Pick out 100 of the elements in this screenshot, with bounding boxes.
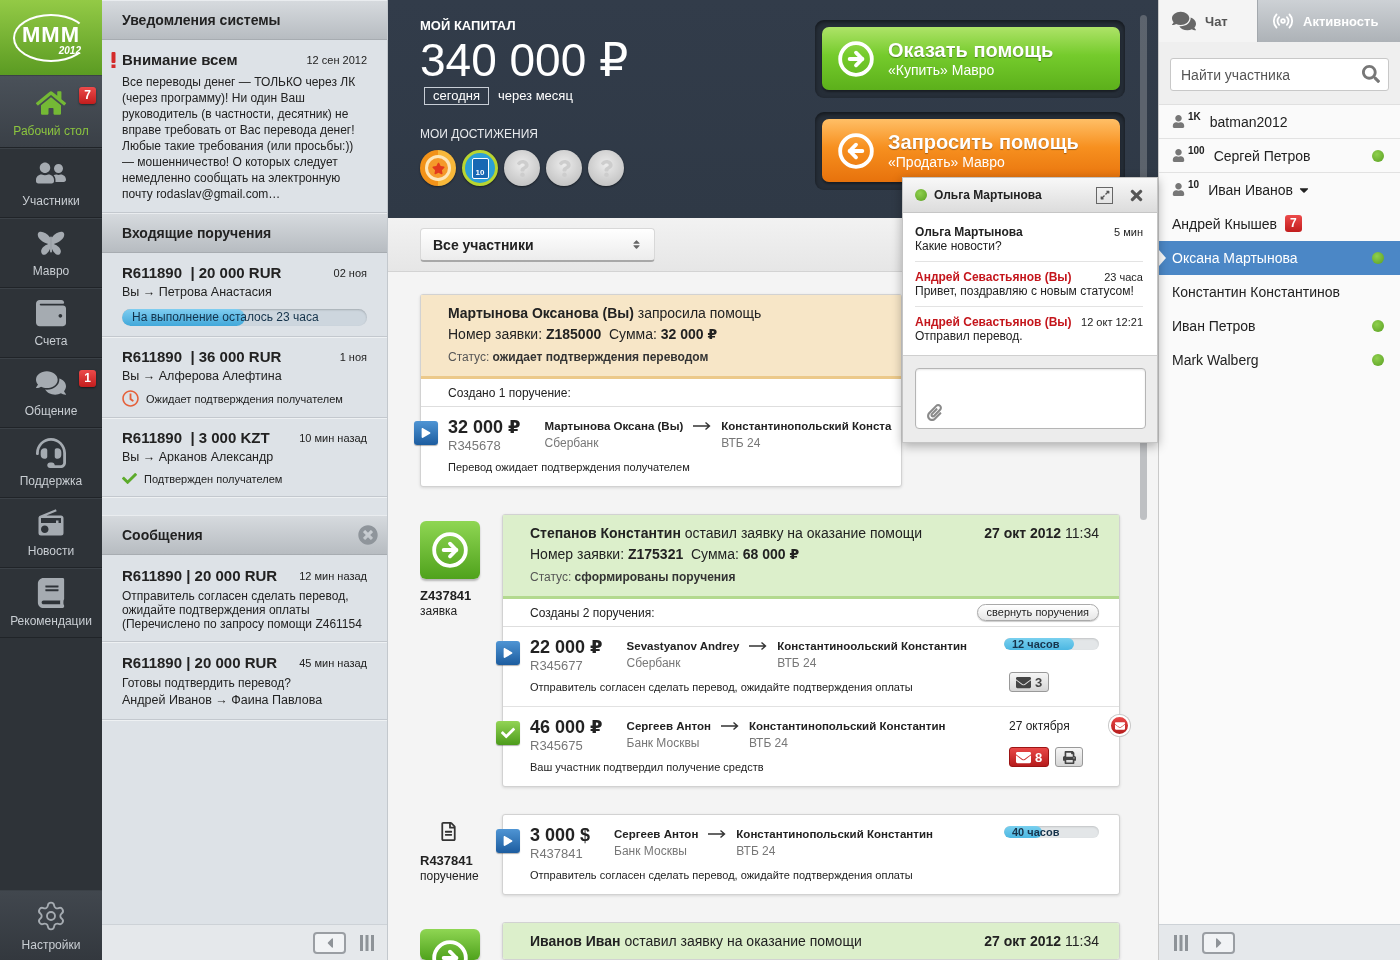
arrow-icon [749, 641, 768, 651]
orders-label: Создано 1 поручение: [448, 385, 571, 400]
notice-title: Внимание всем [122, 51, 238, 69]
order-date: 10 мин назад [299, 432, 367, 444]
order-route: Вы → Арканов Александр [122, 449, 274, 466]
message-text: Готовы подтвердить перевод? [122, 676, 292, 690]
sender-name: Сергеев Антон [626, 719, 711, 734]
panel-tab[interactable]: Чат [1159, 0, 1257, 42]
recipient-name: Константинопольский Константин [736, 827, 933, 842]
message-input[interactable] [915, 368, 1146, 429]
message-time: 12 мин назад [299, 570, 367, 582]
message-route: Андрей Иванов → Фаина Павлова [122, 692, 323, 709]
count-badge: 1 [79, 370, 96, 387]
request-title: Иванов Иван оставил заявку на оказание помощи [530, 932, 862, 951]
user-icon [1172, 183, 1185, 196]
collapse-button[interactable]: свернуть поручения [976, 604, 1099, 621]
messages-button[interactable]: 3 [1009, 672, 1050, 692]
rank-label: 10 [1188, 180, 1200, 190]
chat-contact-name: Ольга Мартынова [934, 188, 1043, 202]
wallet-icon [36, 298, 66, 328]
rank-label: 100 [1188, 146, 1205, 156]
arrow-icon [720, 721, 739, 731]
expand-icon[interactable] [1096, 186, 1113, 204]
nav-item[interactable]: Настройки [0, 890, 102, 960]
message-text: Какие новости? [915, 239, 1002, 253]
grip-icon[interactable] [1174, 934, 1188, 951]
count-badge: 7 [79, 87, 96, 104]
user-icon [1172, 115, 1185, 128]
user-item[interactable]: Mark Walberg [1159, 343, 1400, 377]
print-button[interactable] [1055, 747, 1084, 767]
request-title: Мартынова Оксанова (Вы) запросила помощь [448, 304, 762, 323]
message-author: Андрей Севастьянов (Вы) [915, 315, 1072, 329]
arrow-icon [693, 421, 712, 431]
message-time: 23 часа [1104, 271, 1143, 283]
user-item[interactable]: Андрей Кнышев 7 [1159, 207, 1400, 241]
orders-label: Созданы 2 поручения: [530, 605, 655, 620]
transfer-note: Отправитель согласен сделать перевод, ожидайте подтверждения оплаты [530, 868, 913, 883]
arrow-icon [708, 829, 727, 839]
order-route: Вы → Петрова Анастасия [122, 284, 272, 301]
user-item[interactable]: Константин Константинов [1159, 275, 1400, 309]
paperclip-icon[interactable] [926, 404, 943, 421]
message-heading: R611890 | 20 000 RUR [122, 567, 278, 585]
recipient-name: Константинопольский Конста [721, 419, 892, 434]
sender-name: Сергеев Антон [614, 827, 699, 842]
count-badge: 7 [1284, 215, 1302, 232]
participants-select[interactable]: Все участники [420, 228, 655, 262]
envelope-icon [1016, 674, 1031, 690]
message-author: Ольга Мартынова [915, 225, 1023, 239]
sender-name: Мартынова Оксана (Вы) [544, 419, 684, 434]
order-number: R345678 [448, 438, 501, 454]
user-item[interactable]: 10 Иван Иванов [1159, 173, 1400, 207]
nav-item[interactable]: 1 Общение [0, 358, 102, 428]
bank-name: ВТБ 24 [748, 735, 788, 752]
expand-button[interactable] [1202, 931, 1235, 954]
order-date: 1 ноя [339, 351, 367, 363]
transfer-note: Ваш участник подтвердил получение средств [530, 760, 764, 775]
period-tab[interactable]: сегодня [424, 87, 489, 105]
request-date: 27 окт 2012 11:34 [984, 932, 1099, 951]
bank-name: Банк Москвы [626, 735, 700, 752]
request-code: Z437841 [420, 588, 472, 604]
user-item[interactable]: 1K batman2012 [1159, 105, 1400, 139]
bank-name: ВТБ 24 [721, 435, 761, 452]
bank-name: ВТБ 24 [777, 655, 817, 672]
transfer-amount: 46 000 ₽ [530, 716, 603, 738]
headset-icon [36, 438, 66, 468]
code-label: поручение [420, 869, 479, 883]
arrow-left-icon [837, 131, 875, 170]
message-time: 5 мин [1114, 226, 1143, 238]
recipient-name: Константиноольский Константин [777, 639, 967, 654]
bank-name: Сбербанк [544, 435, 599, 452]
order-route: Вы → Алферова Алефтина [122, 368, 282, 385]
chat-bubbles-icon [1172, 9, 1196, 33]
achievement-badge: 10 [462, 150, 498, 186]
period-tab[interactable]: через месяц [488, 87, 582, 105]
user-item[interactable]: Оксана Мартынова [1159, 241, 1400, 275]
clock-icon [122, 390, 139, 407]
user-item[interactable]: Иван Петров [1159, 309, 1400, 343]
nav-item[interactable]: 7 Рабочий стол [0, 75, 102, 148]
collapse-button[interactable] [313, 931, 346, 954]
status-text: Подтвержден получателем [144, 472, 283, 485]
search-field[interactable]: Найти участника [1170, 58, 1389, 91]
order-heading: R611890 | 36 000 RUR [122, 348, 282, 366]
capital-amount: 340 000 ₽ [420, 35, 629, 85]
order-heading: R611890 | 3 000 KZT [122, 429, 270, 447]
message-time: 12 окт 12:21 [1081, 316, 1143, 328]
grip-icon[interactable] [360, 934, 374, 951]
notice-text: Все переводы денег — ТОЛЬКО через ЛК (через программу)! Ни один Ваш руководитель (в частности, десятник) не вправе требовать от Вас перевода денег! Любые такие требования (или просьбы:)) — мошенничество! О которых следует немедленно сообщать на электронную почту rodaslav@gmail.com… [122, 74, 357, 202]
transfer-amount: 22 000 ₽ [530, 636, 603, 658]
nav-item[interactable]: Рекомендации [0, 568, 102, 638]
section-title: Уведомления системы [122, 12, 281, 28]
rank-label: 1K [1188, 112, 1201, 122]
radio-icon [36, 508, 66, 538]
printer-icon [1062, 750, 1076, 764]
notice-date: 12 сен 2012 [306, 54, 367, 66]
bank-name: Банк Москвы [614, 843, 687, 860]
message-time: 45 мин назад [299, 657, 367, 669]
message-text: Привет, поздравляю с новым статусом! [915, 284, 1134, 298]
nav-item[interactable]: Счета [0, 288, 102, 358]
messages-button[interactable]: 8 [1009, 747, 1050, 767]
user-item[interactable]: 100 Сергей Петров [1159, 139, 1400, 173]
